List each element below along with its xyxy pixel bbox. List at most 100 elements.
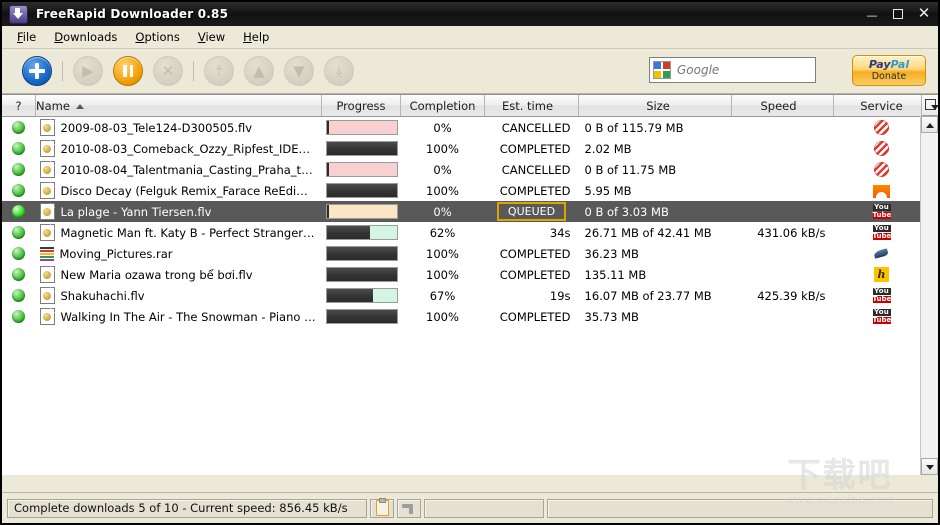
file-name: 2010-08-04_Talentmania_Casting_Praha_tn…: [60, 162, 318, 177]
column-header-speed[interactable]: Speed: [731, 95, 834, 117]
progress-bar: [325, 183, 398, 198]
status-message: Complete downloads 5 of 10 - Current spe…: [7, 498, 367, 518]
app-logo-icon: [9, 4, 28, 24]
rapidshare-icon: [874, 247, 890, 261]
progress-bar: [325, 309, 398, 324]
row-name-cell: Magnetic Man ft. Katy B - Perfect Strang…: [36, 222, 322, 243]
move-to-bottom-button[interactable]: ⤓: [324, 56, 354, 86]
menu-downloads-rest: ownloads: [63, 30, 118, 44]
status-slot-2: [547, 498, 933, 518]
table-row[interactable]: 2010-08-03_Comeback_Ozzy_Ripfest_IDE… 100…: [2, 138, 938, 159]
google-search-box[interactable]: [649, 57, 816, 83]
megaupload-icon: [874, 162, 889, 177]
close-button[interactable]: ✕: [916, 5, 932, 22]
row-size-cell: 5.95 MB: [584, 183, 632, 198]
row-speed-cell: [732, 306, 834, 327]
row-speed-cell: 425.39 kB/s: [757, 288, 826, 303]
downloads-table-area: ? Name Progress Completion Est. time Siz…: [2, 94, 938, 475]
row-size-cell: 35.73 MB: [584, 309, 639, 324]
table-row[interactable]: 2010-08-04_Talentmania_Casting_Praha_tn……: [2, 159, 938, 180]
move-down-button[interactable]: ▼: [284, 56, 314, 86]
cancel-download-button[interactable]: ✕: [153, 56, 183, 86]
move-up-icon: ▲: [253, 62, 265, 80]
table-row[interactable]: New Maria ozawa trong bể bơi.flv 100% COMP…: [2, 264, 938, 285]
table-header: ? Name Progress Completion Est. time Siz…: [2, 95, 938, 117]
row-progress-cell: [322, 117, 401, 139]
row-progress-cell: [322, 138, 401, 159]
row-speed-cell: [732, 138, 834, 159]
sort-ascending-icon: [75, 103, 84, 109]
row-completion-cell: 0%: [433, 162, 452, 177]
add-new-download-button[interactable]: [22, 56, 52, 86]
progress-fill: [326, 268, 397, 281]
est-time-value: COMPLETED: [499, 141, 571, 156]
table-row[interactable]: Magnetic Man ft. Katy B - Perfect Strang…: [2, 222, 938, 243]
resume-download-button[interactable]: ▶: [73, 56, 103, 86]
vertical-scrollbar[interactable]: [920, 116, 938, 475]
row-name-cell: Shakuhachi.flv: [36, 285, 322, 306]
table-row[interactable]: La plage - Yann Tiersen.flv 0% QUEUED 0 B o…: [2, 201, 938, 222]
table-row[interactable]: 2009-08-03_Tele124-D300505.flv 0% CANCELLE…: [2, 116, 938, 139]
row-est-time-cell: COMPLETED: [485, 243, 579, 264]
column-header-status[interactable]: ?: [2, 95, 36, 117]
row-speed-cell: [732, 117, 834, 139]
move-top-icon: ⤒: [215, 62, 223, 80]
row-est-time-cell: COMPLETED: [485, 138, 579, 159]
row-completion-cell: 100%: [426, 183, 459, 198]
scroll-down-button[interactable]: [921, 458, 938, 475]
clipboard-monitor-button[interactable]: [370, 498, 394, 518]
table-row[interactable]: Moving_Pictures.rar 100% COMPLETED 36.23 MB: [2, 243, 938, 264]
clipboard-icon: [375, 498, 389, 516]
green-ball-icon: [12, 288, 26, 302]
flv-file-icon: [39, 224, 55, 241]
scroll-up-button[interactable]: [921, 116, 938, 133]
row-completion-cell: 0%: [433, 120, 452, 135]
row-progress-cell: [322, 243, 401, 264]
speed-limiter-button[interactable]: [397, 498, 421, 518]
progress-zero-marker: [326, 163, 329, 176]
column-header-name[interactable]: Name: [35, 95, 322, 117]
pause-download-button[interactable]: [113, 56, 143, 86]
row-status-cell: [2, 222, 36, 243]
move-to-top-button[interactable]: ⤒: [204, 56, 234, 86]
move-up-button[interactable]: ▲: [244, 56, 274, 86]
toolbar-separator-2: [193, 61, 194, 81]
column-header-service[interactable]: Service: [833, 95, 930, 117]
file-name: Shakuhachi.flv: [60, 288, 145, 303]
table-row[interactable]: Walking In The Air - The Snowman - Piano…: [2, 306, 938, 327]
play-icon: ▶: [82, 62, 94, 80]
cross-icon: ✕: [161, 62, 175, 80]
table-row[interactable]: Disco Decay (Felguk Remix_Farace ReEdi… 1…: [2, 180, 938, 201]
flv-file-icon: [39, 287, 55, 304]
minimize-button[interactable]: —: [864, 6, 880, 22]
est-time-value: QUEUED: [496, 202, 567, 221]
menu-options[interactable]: Options: [126, 28, 188, 46]
table-row[interactable]: Shakuhachi.flv 67% 19s 16.07 MB of 23.77 MB…: [2, 285, 938, 306]
row-service-cell: You Tube: [834, 285, 930, 306]
menu-view[interactable]: View: [189, 28, 234, 46]
status-slot-1: [424, 498, 544, 518]
menu-file[interactable]: File: [8, 28, 45, 46]
row-service-cell: You Tube: [834, 306, 930, 327]
column-header-completion[interactable]: Completion: [400, 95, 485, 117]
move-down-icon: ▼: [293, 62, 305, 80]
row-est-time-cell: 34s: [485, 222, 579, 243]
column-header-size[interactable]: Size: [578, 95, 732, 117]
flv-file-icon: [39, 119, 55, 136]
column-chooser-icon[interactable]: [921, 95, 938, 116]
menu-downloads[interactable]: Downloads: [45, 28, 126, 46]
green-ball-icon: [12, 267, 26, 281]
row-progress-cell: [322, 222, 401, 243]
green-ball-icon: [12, 183, 26, 197]
row-completion-cell: 100%: [426, 141, 459, 156]
progress-zero-marker: [326, 121, 329, 134]
flv-file-icon: [39, 182, 55, 199]
column-header-progress[interactable]: Progress: [321, 95, 401, 117]
maximize-button[interactable]: [890, 6, 906, 22]
search-input[interactable]: [675, 62, 805, 78]
column-header-est-time[interactable]: Est. time: [484, 95, 579, 117]
row-name-cell: 2009-08-03_Tele124-D300505.flv: [36, 117, 322, 139]
paypal-donate-button[interactable]: PayPal Donate: [852, 55, 926, 86]
google-icon: [653, 61, 671, 79]
menu-help[interactable]: Help: [234, 28, 278, 46]
